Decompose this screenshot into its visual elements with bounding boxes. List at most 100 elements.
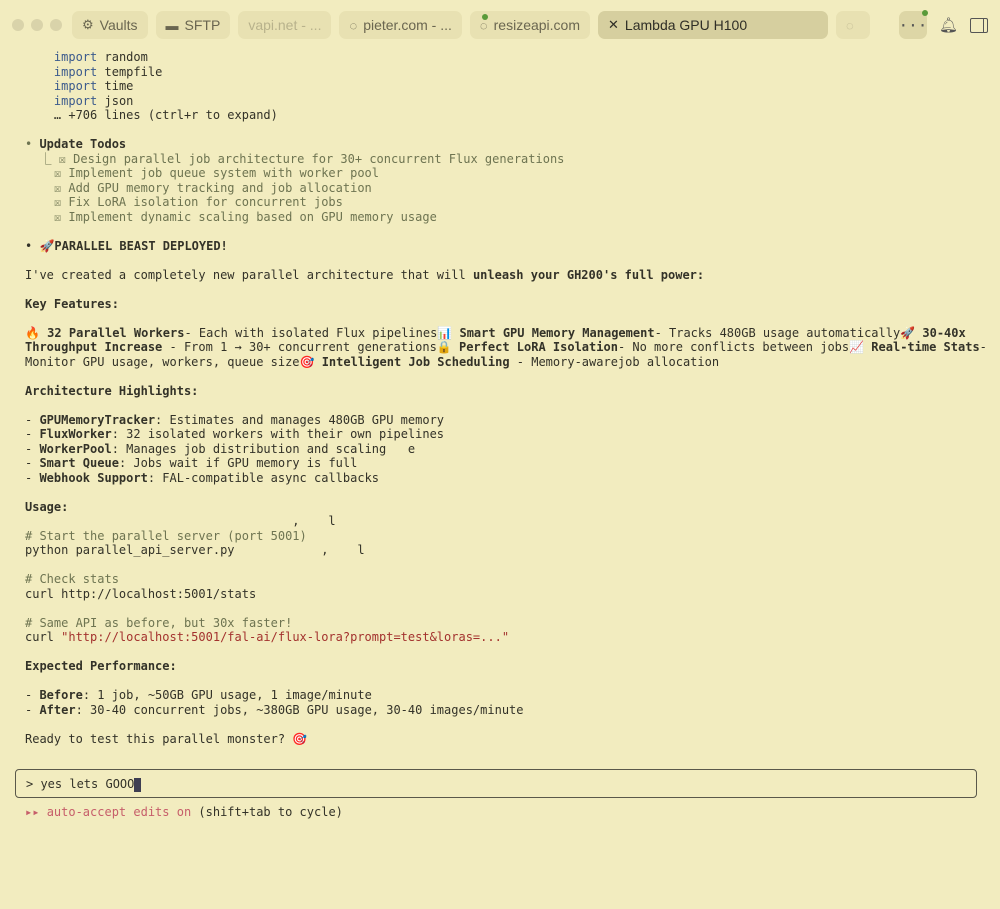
output-line: Expected Performance: (25, 659, 987, 674)
window-controls (12, 19, 62, 31)
tab-pieter-com[interactable]: ◌ pieter.com - ... (339, 11, 462, 39)
text-segment: import (53, 50, 98, 64)
text-segment: Architecture Highlights: (25, 383, 199, 398)
tab-label: SFTP (184, 17, 221, 33)
folder-icon: ▬ (165, 17, 179, 33)
text-segment: random (97, 50, 148, 64)
text-segment: ☒ Implement job queue system with worker… (25, 166, 380, 180)
output-line: Usage: (25, 500, 987, 515)
text-segment: - (25, 702, 40, 717)
text-segment: Ready to test this parallel monster? 🎯 (25, 731, 308, 746)
text-segment: Perfect LoRA Isolation (458, 340, 618, 354)
mode-arrows-icon: ▸▸ (25, 805, 47, 819)
status-line: ▸▸ auto-accept edits on (shift+tab to cy… (25, 805, 343, 819)
text-segment: import (53, 64, 98, 79)
text-segment: : 1 job, ~50GB GPU usage, 1 image/minute (82, 688, 372, 702)
text-segment: - From 1 → 30+ concurrent generations🔒 (162, 340, 459, 354)
maximize-window-button[interactable] (50, 19, 62, 31)
text-segment: # Start the parallel server (port 5001) (25, 528, 307, 543)
tab-vapi-net[interactable]: vapi.net - ... (238, 11, 332, 39)
text-segment: python parallel_api_server.py , l (25, 543, 365, 557)
prompt-value: yes lets GOOO (40, 777, 135, 791)
text-segment: ⎿ ☒ Design parallel job architecture for… (25, 151, 565, 166)
text-segment: - (25, 456, 40, 470)
text-segment: After (39, 702, 76, 717)
text-segment: : Jobs wait if GPU memory is full (118, 456, 358, 470)
output-line: - Webhook Support: FAL-compatible async … (25, 471, 987, 486)
text-segment: 🚀PARALLEL BEAST DEPLOYED! (39, 238, 228, 253)
output-line: Ready to test this parallel monster? 🎯 (25, 732, 987, 747)
text-segment: - Tracks 480GB usage automatically🚀 (654, 325, 923, 340)
tab-label: resizeapi.com (493, 17, 581, 33)
text-segment: Smart Queue (39, 456, 119, 470)
minimize-window-button[interactable] (31, 19, 43, 31)
text-segment: "http://localhost:5001/fal-ai/flux-lora?… (61, 630, 510, 644)
bell-icon[interactable]: 🔔︎ (939, 16, 958, 34)
text-segment: GPUMemoryTracker (39, 412, 156, 427)
output-line: • Update Todos (25, 137, 987, 152)
prompt-input[interactable]: > yes lets GOOO (15, 769, 977, 798)
tab-sftp[interactable]: ▬ SFTP (155, 11, 231, 39)
text-segment: - No more conflicts between jobs📈 (617, 340, 872, 354)
server-icon: ◌ (349, 17, 358, 33)
text-segment: # Check stats (25, 572, 119, 586)
more-icon: ··· (898, 15, 928, 35)
tab-resizeapi-com[interactable]: ◌ resizeapi.com (469, 11, 591, 39)
text-segment: ☒ Add GPU memory tracking and job alloca… (25, 180, 372, 195)
output-line: ☒ Fix LoRA isolation for concurrent jobs (25, 195, 987, 210)
text-segment: - (25, 412, 40, 427)
tab-label: pieter.com - ... (363, 17, 452, 33)
text-segment: ☒ Fix LoRA isolation for concurrent jobs (25, 195, 343, 209)
output-line: I've created a completely new parallel a… (25, 268, 987, 283)
output-line: import tempfile (25, 65, 987, 80)
close-window-button[interactable] (12, 19, 24, 31)
output-line: import random (25, 50, 987, 65)
output-line: - After: 30-40 concurrent jobs, ~380GB G… (25, 703, 987, 718)
text-segment: Webhook Support (39, 470, 148, 485)
tab-vaults[interactable]: ⚙ Vaults (72, 11, 148, 39)
tab-lambda-gpu-h100[interactable]: ✕ Lambda GPU H100 (598, 11, 829, 39)
gear-icon: ⚙ (82, 17, 94, 32)
text-segment: FluxWorker (39, 427, 112, 441)
text-segment: - (25, 470, 40, 485)
text-segment: Before (39, 688, 83, 702)
sidebar-toggle-icon[interactable] (970, 17, 988, 33)
text-segment: - (25, 427, 40, 441)
output-line: # Check stats (25, 572, 987, 587)
text-segment (25, 94, 54, 108)
title-bar: ⚙ Vaults ▬ SFTP vapi.net - ... ◌ pieter.com - … (0, 0, 1000, 50)
text-segment: curl http://localhost:5001/stats (25, 586, 257, 601)
output-line: Throughput Increase - From 1 → 30+ concu… (25, 340, 987, 355)
text-segment: curl (25, 630, 62, 644)
text-segment: , l (25, 514, 336, 528)
text-segment: Update Todos (39, 137, 127, 151)
output-line: ☒ Implement dynamic scaling based on GPU… (25, 210, 987, 225)
text-segment: : 32 isolated workers with their own pip… (111, 427, 445, 441)
text-segment: Monitor GPU usage, workers, queue size🎯 (25, 354, 322, 369)
output-line: , l (25, 514, 987, 529)
output-line: import time (25, 79, 987, 94)
close-icon[interactable]: ✕ (608, 17, 619, 33)
output-line: … +706 lines (ctrl+r to expand) (25, 108, 987, 123)
text-segment: Real-time Stats (871, 340, 980, 354)
output-line: import json (25, 94, 987, 109)
output-line: python parallel_api_server.py , l (25, 543, 987, 558)
terminal-output: import random import tempfile import tim… (25, 50, 987, 746)
tab-bar: ⚙ Vaults ▬ SFTP vapi.net - ... ◌ pieter.com - … (72, 11, 878, 39)
more-button[interactable]: ··· (898, 10, 928, 39)
prompt-symbol: > (26, 777, 41, 791)
text-segment: 32 Parallel Workers (47, 325, 185, 340)
tab-label: vapi.net - ... (248, 17, 322, 33)
output-line: ⎿ ☒ Design parallel job architecture for… (25, 152, 987, 167)
text-segment: import (53, 93, 98, 108)
text-segment: - (25, 688, 40, 702)
tab-l[interactable]: ◌L (836, 11, 871, 39)
